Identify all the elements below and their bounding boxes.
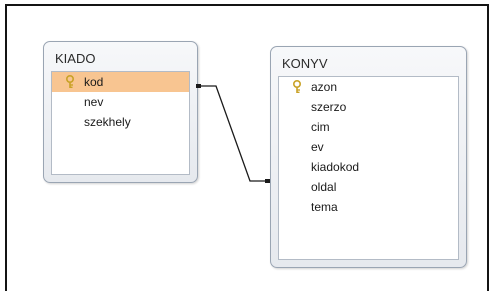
field-label: szekhely	[84, 115, 131, 129]
field-label: cim	[311, 120, 330, 134]
field-konyv-ev[interactable]: ev	[279, 137, 458, 157]
field-label: kiadokod	[311, 160, 360, 174]
field-label: ev	[311, 140, 324, 154]
field-konyv-kiadokod[interactable]: kiadokod	[279, 157, 458, 177]
field-kiado-szekhely[interactable]: szekhely	[52, 112, 189, 132]
field-kiado-kod[interactable]: kod	[52, 72, 189, 92]
table-konyv[interactable]: KONYV azon szerzo cim ev kiadokod oldal	[270, 46, 467, 268]
field-label: szerzo	[311, 100, 347, 114]
primary-key-icon	[293, 80, 301, 94]
table-konyv-field-list: azon szerzo cim ev kiadokod oldal tema	[278, 76, 459, 260]
field-label: tema	[311, 200, 338, 214]
field-konyv-azon[interactable]: azon	[279, 77, 458, 97]
field-konyv-cim[interactable]: cim	[279, 117, 458, 137]
table-kiado[interactable]: KIADO kod nev szekhely	[43, 41, 198, 183]
table-kiado-field-list: kod nev szekhely	[51, 71, 190, 175]
field-label: nev	[84, 95, 104, 109]
table-kiado-title: KIADO	[55, 51, 96, 66]
field-konyv-tema[interactable]: tema	[279, 197, 458, 217]
field-konyv-szerzo[interactable]: szerzo	[279, 97, 458, 117]
table-konyv-title: KONYV	[282, 56, 328, 71]
field-konyv-oldal[interactable]: oldal	[279, 177, 458, 197]
field-kiado-nev[interactable]: nev	[52, 92, 189, 112]
field-label: oldal	[311, 180, 337, 194]
field-label: kod	[84, 75, 104, 89]
field-label: azon	[311, 80, 338, 94]
primary-key-icon	[66, 75, 74, 89]
